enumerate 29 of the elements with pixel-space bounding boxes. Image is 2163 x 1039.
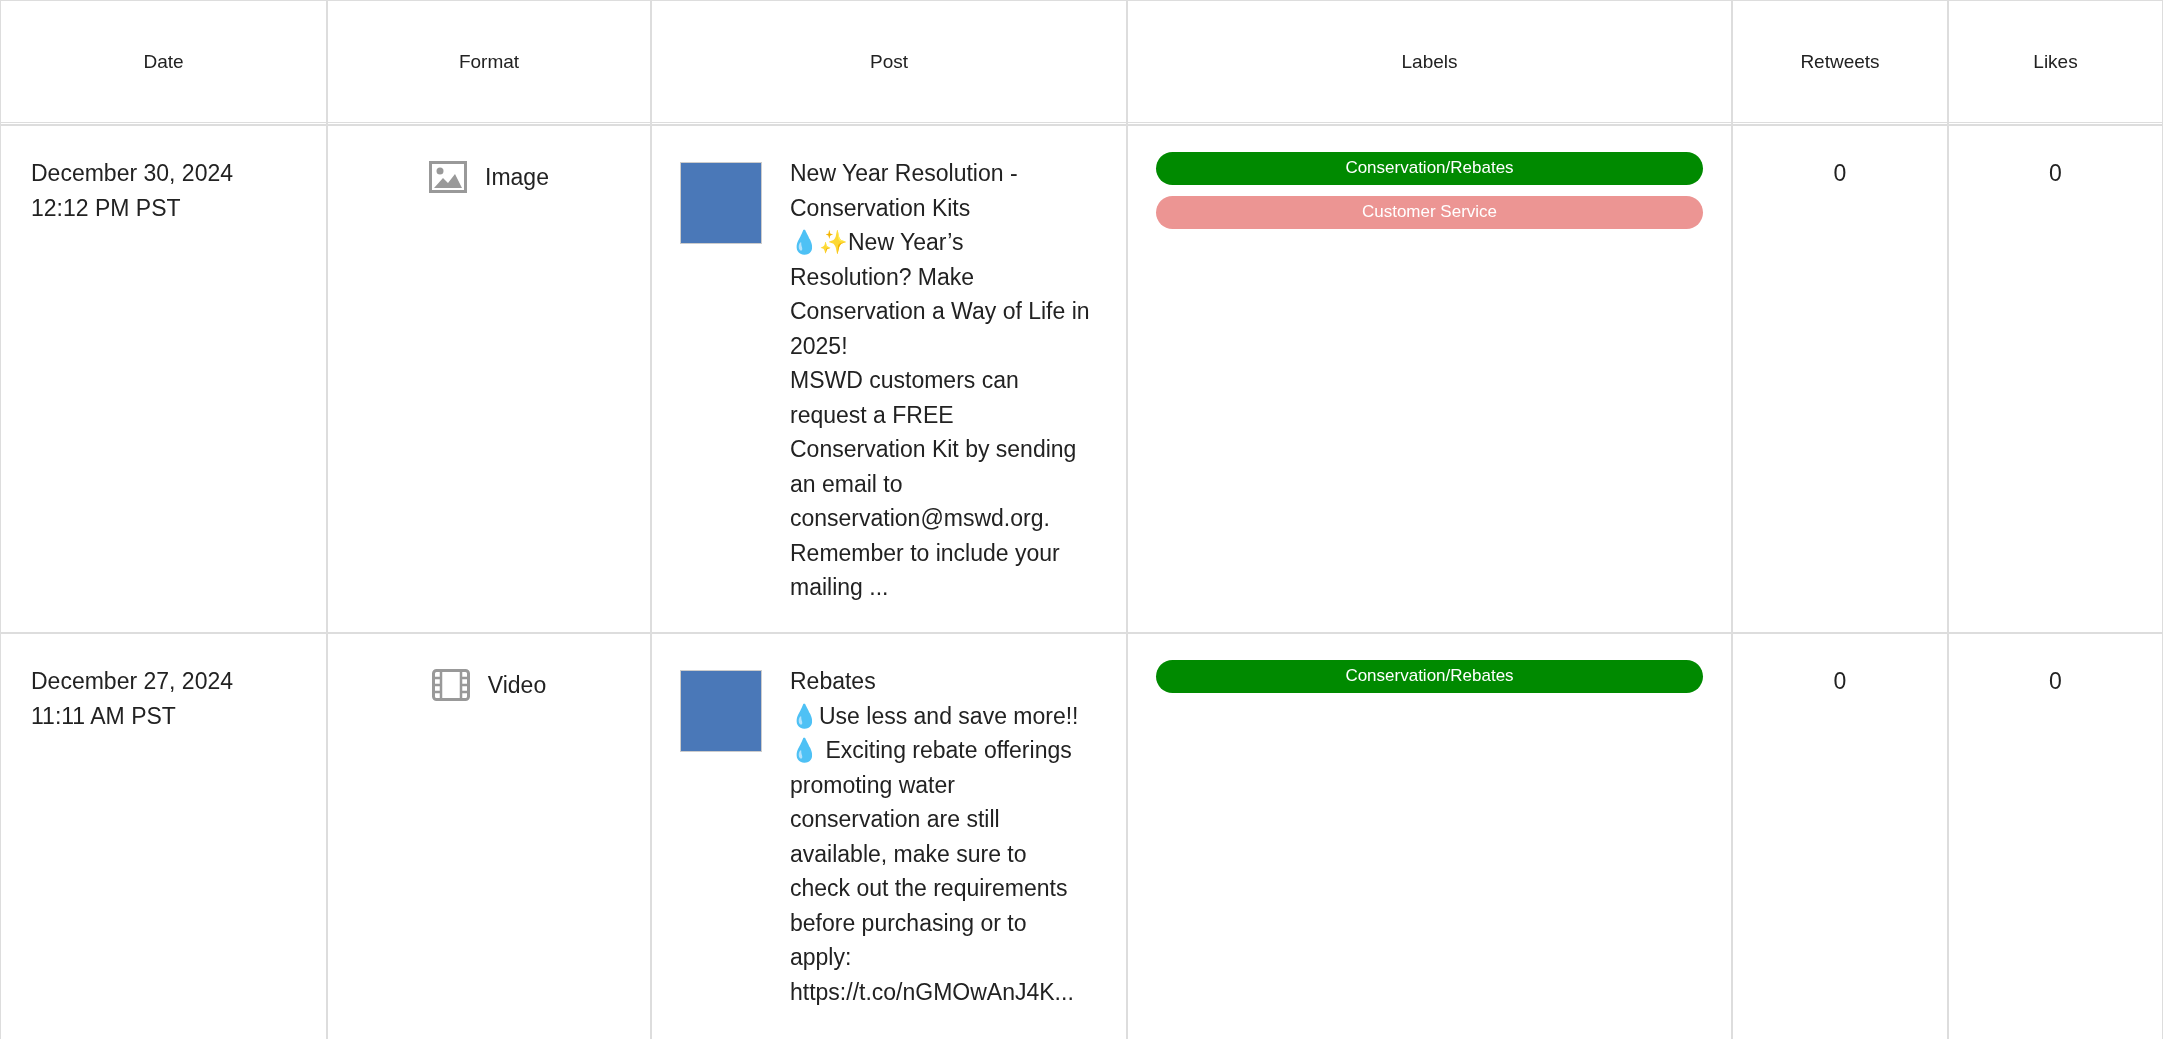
post-text: MSWD customers can request a FREE Conservation Kit by sending an email to conservation@mswd.org. bbox=[790, 366, 1078, 533]
post-date: December 30, 2024 bbox=[31, 159, 234, 188]
post-title: Rebates bbox=[790, 667, 877, 696]
format-label: Video bbox=[487, 671, 547, 700]
post-text: 💧✨New Year’s Resolution? Make Conservation a Way of Life in 2025! bbox=[790, 228, 1090, 361]
column-header[interactable]: Date bbox=[143, 50, 184, 73]
post-time: 12:12 PM PST bbox=[31, 193, 182, 223]
post-text: Conservation Kits bbox=[790, 193, 972, 223]
label-tag: Customer Service bbox=[1156, 196, 1703, 229]
like-count: 0 bbox=[2049, 668, 2062, 694]
film-icon bbox=[431, 669, 470, 701]
column-header[interactable]: Likes bbox=[2033, 50, 2078, 73]
post-text: https://t.co/nGMOwAnJ4K... bbox=[790, 977, 1075, 1007]
column-header[interactable]: Labels bbox=[1401, 50, 1458, 73]
label-tag: Conservation/Rebates bbox=[1156, 152, 1703, 185]
column-header[interactable]: Retweets bbox=[1800, 50, 1880, 73]
post-text: Remember to include your mailing ... bbox=[790, 538, 1061, 602]
column-header[interactable]: Post bbox=[870, 50, 908, 73]
retweet-count: 0 bbox=[1833, 668, 1847, 694]
column-header[interactable]: Format bbox=[458, 50, 520, 73]
format-label: Image bbox=[485, 163, 549, 192]
post-text: 💧Use less and save more!!💧 Exciting rebate offerings promoting water conservation are still available, make sure to check out the requirements before purchasing or to apply: bbox=[790, 701, 1080, 972]
like-count: 0 bbox=[2049, 160, 2062, 186]
image-icon bbox=[429, 161, 468, 193]
retweet-count: 0 bbox=[1833, 160, 1847, 186]
post-time: 11:11 AM PST bbox=[31, 701, 177, 731]
label-tag: Conservation/Rebates bbox=[1156, 660, 1703, 693]
post-title: New Year Resolution - bbox=[790, 159, 1019, 188]
post-date: December 27, 2024 bbox=[31, 667, 234, 696]
